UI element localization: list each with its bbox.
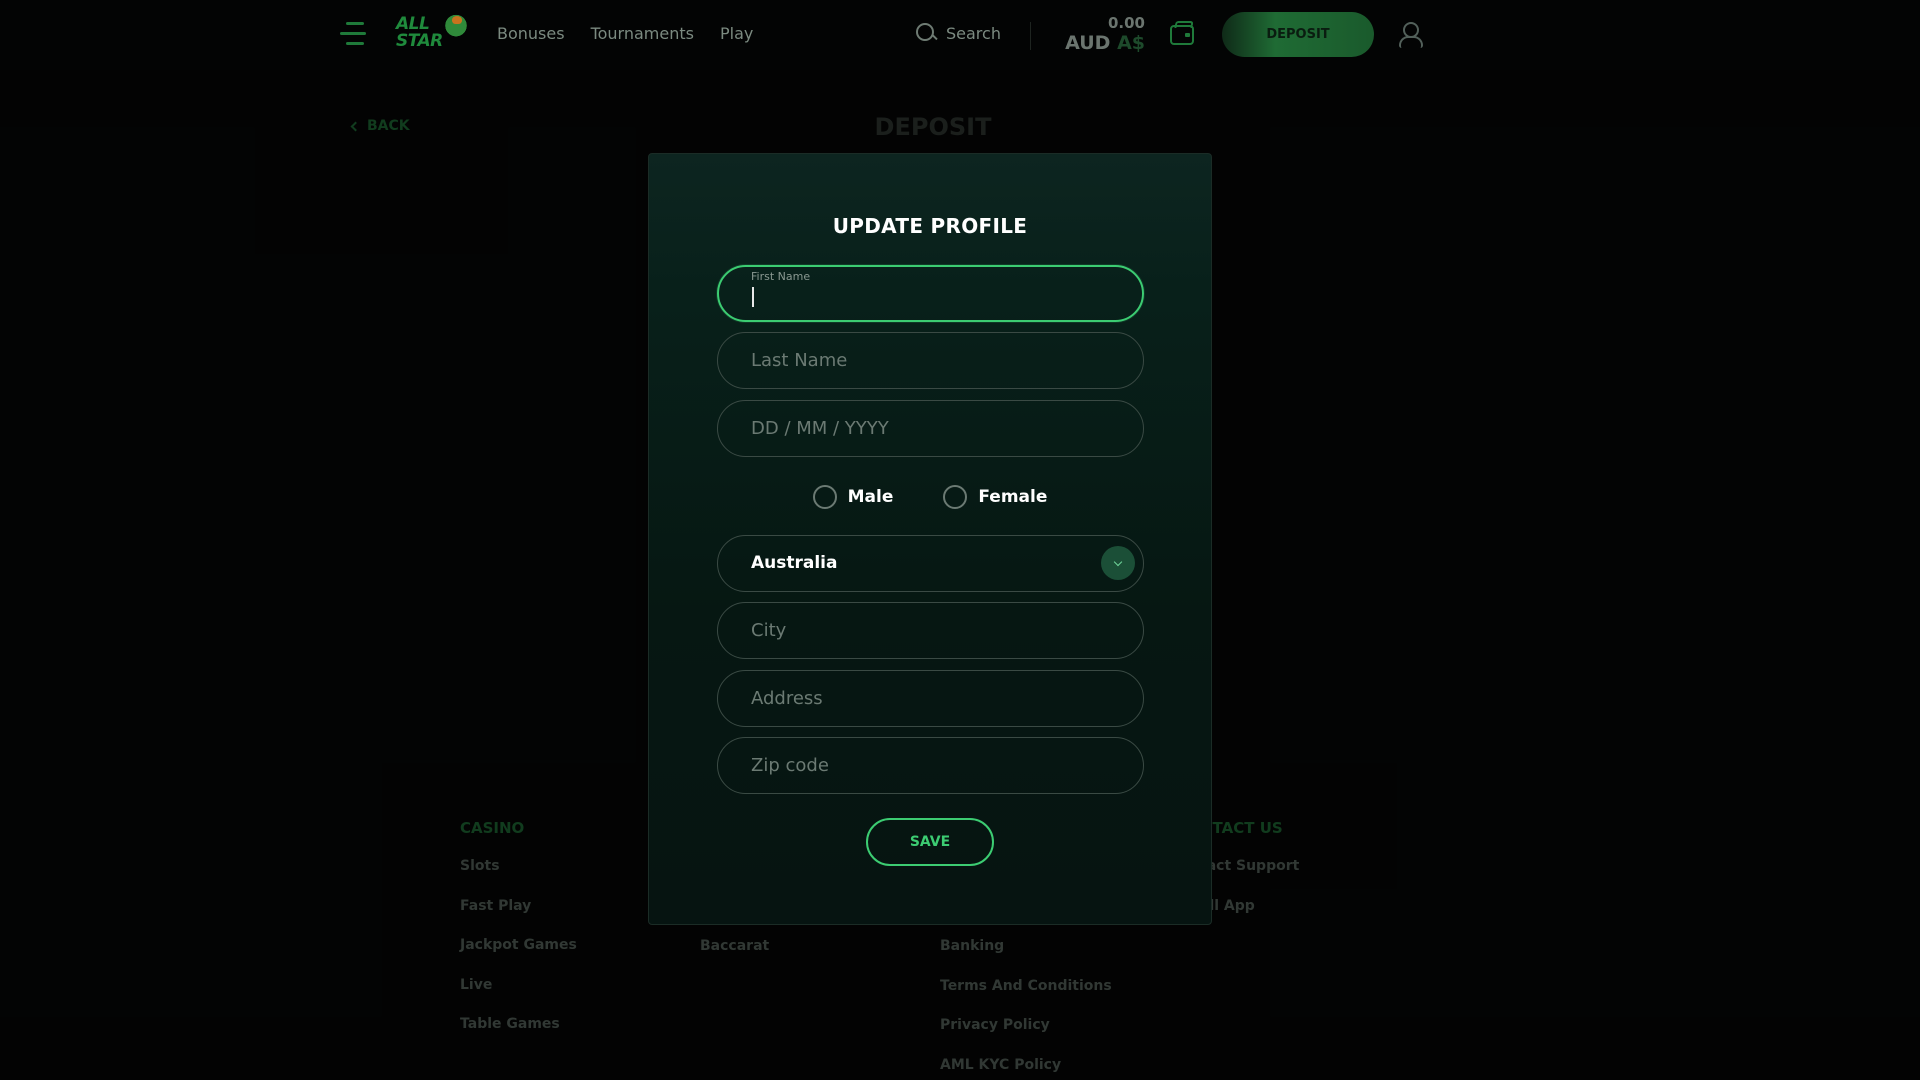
user-icon[interactable] <box>1398 22 1423 48</box>
main-nav: Bonuses Tournaments Play <box>497 24 753 43</box>
radio-circle-icon <box>812 485 837 509</box>
top-header: ALL STAR Bonuses Tournaments Play Search… <box>0 0 1920 70</box>
last-name-placeholder: Last Name <box>751 350 848 371</box>
gender-male-radio[interactable]: Male <box>812 485 894 509</box>
first-name-label: First Name <box>751 270 811 283</box>
address-placeholder: Address <box>751 688 823 709</box>
logo-text: ALL STAR <box>396 14 443 51</box>
country-value: Australia <box>751 553 838 573</box>
city-placeholder: City <box>751 620 787 641</box>
currency-symbol: A$ <box>1117 32 1145 54</box>
gender-radio-group: Male Female <box>649 485 1211 509</box>
search-button[interactable]: Search <box>916 23 1001 43</box>
dob-placeholder: DD / MM / YYYY <box>751 418 889 439</box>
nav-tournaments[interactable]: Tournaments <box>591 24 694 43</box>
city-field[interactable]: City <box>717 602 1144 659</box>
modal-title: UPDATE PROFILE <box>832 214 1028 238</box>
menu-icon[interactable] <box>340 22 368 48</box>
balance-currency: AUD A$ <box>1045 32 1145 54</box>
balance-amount: 0.00 <box>1107 14 1145 32</box>
country-select[interactable]: Australia <box>717 535 1144 592</box>
last-name-field[interactable]: Last Name <box>717 332 1144 389</box>
date-of-birth-field[interactable]: DD / MM / YYYY <box>717 400 1144 457</box>
first-name-field[interactable]: First Name <box>717 265 1144 322</box>
search-label: Search <box>946 23 1001 43</box>
update-profile-modal: UPDATE PROFILE First Name Last Name DD /… <box>648 153 1212 925</box>
parrot-icon <box>444 12 468 46</box>
header-divider <box>1030 22 1031 50</box>
nav-play[interactable]: Play <box>720 24 753 43</box>
text-cursor <box>752 287 754 307</box>
zip-code-field[interactable]: Zip code <box>717 737 1144 794</box>
allstar-logo[interactable]: ALL STAR <box>396 12 468 54</box>
deposit-button[interactable]: DEPOSIT <box>1222 12 1374 57</box>
female-label: Female <box>978 487 1048 507</box>
balance-display: 0.00 AUD A$ <box>1045 14 1145 55</box>
male-label: Male <box>847 487 894 507</box>
chevron-down-icon[interactable] <box>1101 546 1135 580</box>
gender-female-radio[interactable]: Female <box>943 485 1047 509</box>
wallet-icon[interactable] <box>1170 25 1194 45</box>
address-field[interactable]: Address <box>717 670 1144 727</box>
currency-code: AUD <box>1065 32 1111 54</box>
zip-placeholder: Zip code <box>751 755 829 776</box>
radio-circle-icon <box>943 485 968 509</box>
nav-bonuses[interactable]: Bonuses <box>497 24 565 43</box>
save-button[interactable]: SAVE <box>866 818 994 866</box>
search-icon <box>916 23 936 43</box>
